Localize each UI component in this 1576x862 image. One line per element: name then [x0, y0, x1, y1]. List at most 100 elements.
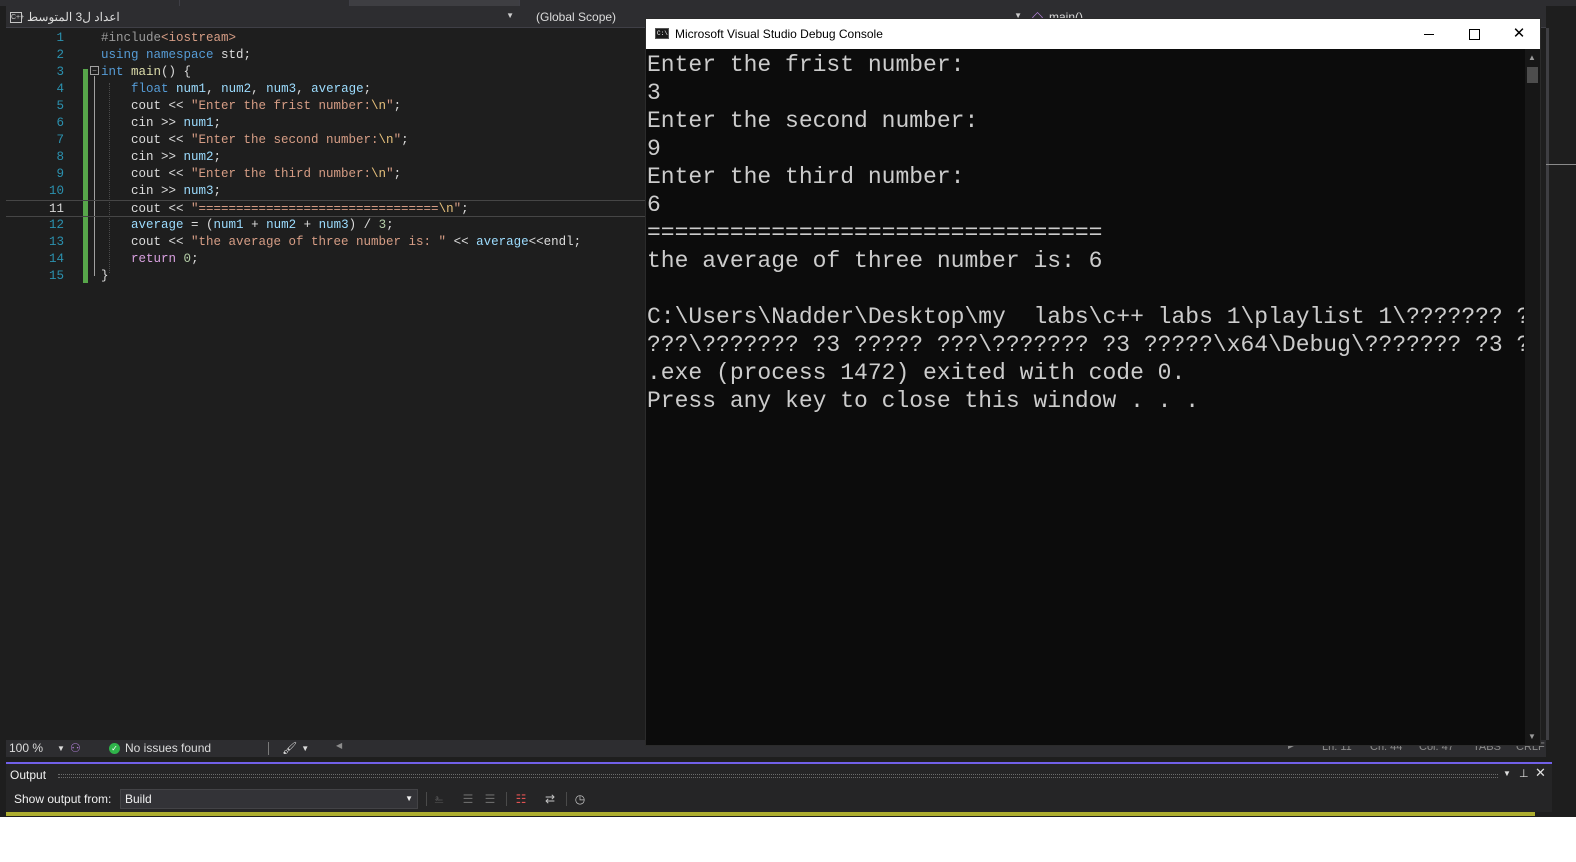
- console-title-bar[interactable]: C:\ Microsoft Visual Studio Debug Consol…: [646, 19, 1540, 49]
- code-cleanup-button[interactable]: 🖌 ▼: [282, 741, 309, 755]
- code-token: ;: [191, 252, 199, 266]
- code-token: ": [386, 167, 394, 181]
- chevron-down-icon: ▼: [405, 794, 413, 803]
- code-line[interactable]: 4 float num1, num2, num3, average;: [6, 81, 646, 98]
- project-dropdown[interactable]: C++ اعداد ل3 المتوسط ▼: [10, 8, 518, 26]
- scroll-left-icon[interactable]: ◀: [336, 741, 342, 750]
- code-editor[interactable]: − 1 #include<iostream> 2 using namespace st…: [6, 28, 646, 740]
- console-output[interactable]: Enter the frist number: 3 Enter the second…: [646, 49, 1524, 745]
- code-line[interactable]: 14 return 0;: [6, 251, 646, 268]
- code-line[interactable]: 15}: [6, 268, 646, 285]
- vertical-scrollbar-map[interactable]: [1546, 28, 1576, 740]
- console-line: Enter the second number:: [647, 108, 979, 134]
- next-message-icon[interactable]: ☰: [482, 792, 498, 806]
- scroll-up-icon[interactable]: ▲: [1528, 53, 1536, 62]
- code-token: num2: [266, 218, 297, 232]
- console-line: the average of three number is: 6: [647, 248, 1103, 274]
- check-circle-icon: ✓: [109, 742, 120, 754]
- code-token: ;: [213, 184, 222, 198]
- clock-icon[interactable]: ◷: [572, 792, 588, 806]
- code-token: "the average of three number is: ": [191, 235, 447, 249]
- caret-marker: [1546, 164, 1576, 165]
- issues-indicator[interactable]: ✓ No issues found: [109, 741, 211, 755]
- chevron-down-icon: ▼: [57, 743, 65, 753]
- code-token: cout <<: [101, 235, 192, 249]
- project-name: اعداد ل3 المتوسط: [27, 10, 120, 24]
- code-text: cin >> num1;: [101, 115, 221, 132]
- code-text: int main() {: [101, 64, 191, 81]
- console-line: Enter the frist number:: [647, 52, 965, 78]
- line-number: 9: [56, 167, 64, 181]
- maximize-button[interactable]: [1451, 19, 1497, 49]
- code-text: cout << "Enter the second number:\n";: [101, 132, 409, 149]
- code-line[interactable]: 6 cin >> num1;: [6, 115, 646, 132]
- code-token: ;: [461, 202, 469, 216]
- output-source-value: Build: [125, 792, 152, 806]
- code-token: "Enter the second number:: [191, 133, 379, 147]
- code-token: num3: [183, 184, 214, 198]
- scroll-thumb[interactable]: [1527, 67, 1538, 83]
- issues-text: No issues found: [125, 741, 212, 755]
- code-text: cin >> num2;: [101, 149, 221, 166]
- show-output-label: Show output from:: [14, 792, 112, 806]
- code-token: +: [243, 218, 267, 232]
- code-token: num1: [176, 82, 207, 96]
- code-line[interactable]: 11 cout << "============================…: [6, 200, 646, 217]
- code-line[interactable]: 2 using namespace std;: [6, 47, 646, 64]
- debug-console-window[interactable]: C:\ Microsoft Visual Studio Debug Consol…: [645, 18, 1541, 746]
- code-token: "Enter the third number:: [191, 167, 372, 181]
- code-line[interactable]: 3 int main() {: [6, 64, 646, 81]
- close-button[interactable]: ✕: [1496, 19, 1542, 49]
- code-token: main: [131, 65, 162, 79]
- line-number: 2: [56, 48, 64, 62]
- code-line[interactable]: 9 cout << "Enter the third number:\n";: [6, 166, 646, 183]
- code-token: return: [131, 252, 177, 266]
- console-line: 9: [647, 136, 661, 162]
- chevron-down-icon[interactable]: ▼: [1503, 769, 1511, 778]
- code-line[interactable]: 1 #include<iostream>: [6, 30, 646, 47]
- code-text: cout << "===============================…: [101, 201, 469, 218]
- console-line: =================================: [647, 220, 1103, 246]
- code-line[interactable]: 13 cout << "the average of three number …: [6, 234, 646, 251]
- code-token: cout <<: [101, 202, 192, 216]
- close-icon[interactable]: ✕: [1535, 765, 1546, 781]
- code-token: cin >>: [101, 150, 184, 164]
- code-line[interactable]: 10 cin >> num3;: [6, 183, 646, 200]
- code-line[interactable]: 5 cout << "Enter the frist number:\n";: [6, 98, 646, 115]
- code-token: using: [101, 48, 139, 62]
- line-number: 13: [48, 235, 64, 249]
- previous-message-icon[interactable]: ☰: [460, 792, 476, 806]
- divider: [566, 792, 567, 806]
- panel-drag-handle[interactable]: [58, 774, 1498, 778]
- code-text: #include<iostream>: [101, 30, 236, 47]
- pin-icon[interactable]: ⊥: [1519, 767, 1529, 780]
- console-line: ???\??????? ?3 ????? ???\??????? ?3 ????…: [647, 332, 1524, 358]
- code-line[interactable]: 8 cin >> num2;: [6, 149, 646, 166]
- code-text: cout << "Enter the third number:\n";: [101, 166, 401, 183]
- code-line[interactable]: 7 cout << "Enter the second number:\n";: [6, 132, 646, 149]
- console-line: Press any key to close this window . . .: [647, 388, 1200, 414]
- output-panel: Output ▼ ⊥ ✕ Show output from: Build ▼ ⎁…: [6, 762, 1552, 812]
- output-source-dropdown[interactable]: Build ▼: [120, 789, 418, 809]
- minimize-button[interactable]: [1406, 19, 1452, 49]
- code-line[interactable]: 12 average = (num1 + num2 + num3) / 3;: [6, 217, 646, 234]
- clear-all-icon[interactable]: ☷: [513, 792, 529, 806]
- code-token: #include: [101, 31, 162, 45]
- console-app-icon: C:\: [655, 28, 669, 39]
- copilot-icon[interactable]: ⚇: [70, 741, 81, 755]
- line-number: 11: [48, 202, 64, 216]
- code-token: num2: [183, 150, 214, 164]
- console-scrollbar[interactable]: ▲ ▼: [1525, 49, 1540, 745]
- code-token: namespace: [146, 48, 214, 62]
- line-number: 8: [56, 150, 64, 164]
- find-message-icon[interactable]: ⎁: [431, 792, 447, 806]
- scroll-track[interactable]: [1546, 28, 1549, 740]
- word-wrap-icon[interactable]: ⇄: [542, 792, 558, 806]
- scroll-down-icon[interactable]: ▼: [1528, 732, 1536, 741]
- zoom-dropdown[interactable]: 100 % ▼: [9, 741, 65, 755]
- code-token: num3: [266, 82, 297, 96]
